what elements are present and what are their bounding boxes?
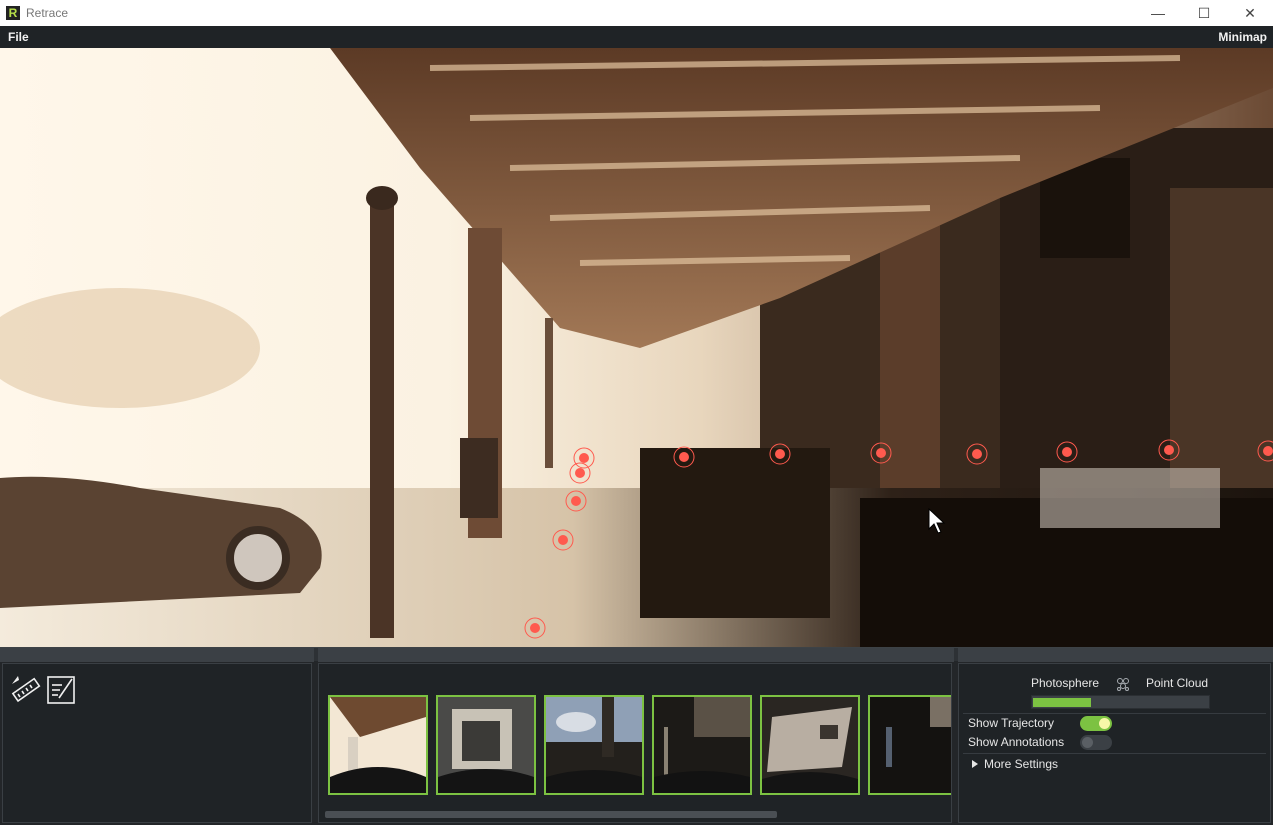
trajectory-markers [524, 439, 1273, 639]
thumbnail-frame[interactable] [868, 695, 951, 795]
trajectory-marker[interactable] [552, 529, 574, 551]
thumbnail-frame[interactable] [328, 695, 428, 795]
thumbnail-strip [318, 663, 952, 823]
toggle-knob [1082, 737, 1093, 748]
panel-splitter[interactable] [0, 647, 1273, 662]
window-controls: — ☐ ✕ [1135, 0, 1273, 26]
trajectory-marker[interactable] [1056, 441, 1078, 463]
maximize-button[interactable]: ☐ [1181, 0, 1227, 26]
thumbnail-frame[interactable] [544, 695, 644, 795]
settings-divider [963, 713, 1266, 714]
trajectory-marker[interactable] [966, 443, 988, 465]
trajectory-marker[interactable] [673, 446, 695, 468]
ruler-icon[interactable] [9, 674, 41, 706]
thumbnail-frame[interactable] [652, 695, 752, 795]
view-mode-row: Photosphere Point Cloud [959, 676, 1270, 692]
splitter-segment-right[interactable] [958, 648, 1273, 662]
settings-divider [963, 753, 1266, 754]
thumbnail-frame[interactable] [760, 695, 860, 795]
minimap-button[interactable]: Minimap [1218, 30, 1267, 44]
photosphere-viewport[interactable] [0, 48, 1273, 647]
view-mode-slider-fill [1033, 698, 1091, 707]
trajectory-marker[interactable] [569, 462, 591, 484]
trajectory-marker[interactable] [565, 490, 587, 512]
trajectory-overlay [524, 439, 1273, 639]
window-title-bar: R Retrace — ☐ ✕ [0, 0, 1273, 26]
minimize-button[interactable]: — [1135, 0, 1181, 26]
expand-caret-icon [972, 760, 978, 768]
mouse-cursor-icon [928, 508, 946, 534]
notes-icon[interactable] [45, 674, 77, 706]
view-settings-panel: Photosphere Point Cloud Show Trajectory … [958, 663, 1271, 823]
splitter-segment-left[interactable] [0, 648, 314, 662]
view-mode-slider[interactable] [1031, 695, 1210, 709]
trajectory-marker[interactable] [1257, 440, 1273, 462]
window-title: Retrace [26, 6, 69, 20]
point-cloud-icon [1117, 678, 1129, 691]
show-trajectory-toggle[interactable] [1080, 716, 1112, 731]
show-annotations-toggle[interactable] [1080, 735, 1112, 750]
more-settings-label: More Settings [984, 757, 1059, 771]
point-cloud-mode-label[interactable]: Point Cloud [1146, 676, 1208, 690]
trajectory-marker[interactable] [573, 447, 595, 469]
toggle-knob [1099, 718, 1110, 729]
app-logo-icon: R [6, 6, 20, 20]
menu-bar: File Minimap [0, 26, 1273, 48]
file-menu[interactable]: File [8, 30, 29, 44]
close-button[interactable]: ✕ [1227, 0, 1273, 26]
trajectory-marker[interactable] [1158, 439, 1180, 461]
tools-panel [2, 663, 312, 823]
thumbnail-frame[interactable] [436, 695, 536, 795]
trajectory-marker[interactable] [524, 617, 546, 639]
photosphere-mode-label[interactable]: Photosphere [1031, 676, 1099, 690]
trajectory-marker[interactable] [870, 442, 892, 464]
splitter-segment-middle[interactable] [318, 648, 954, 662]
more-settings-expander[interactable]: More Settings [972, 757, 1058, 771]
thumbnail-scrollbar[interactable] [325, 811, 777, 818]
trajectory-marker[interactable] [769, 443, 791, 465]
